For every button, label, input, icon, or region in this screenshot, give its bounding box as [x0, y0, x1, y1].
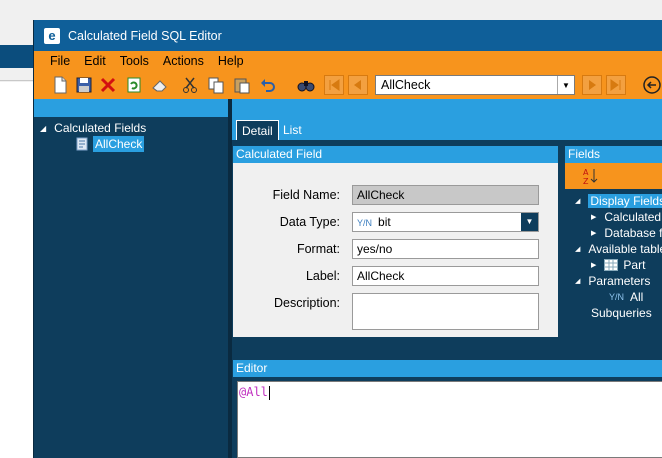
data-type-label: Data Type:: [279, 215, 340, 229]
fields-parameters[interactable]: ◢ Parameters: [575, 274, 650, 288]
fields-available-tables[interactable]: ◢Available tables: [575, 242, 662, 256]
record-selector-value: AllCheck: [381, 78, 431, 92]
tree-item-label: AllCheck: [93, 136, 145, 152]
undo-icon[interactable]: [258, 75, 278, 95]
first-record-icon: [329, 79, 340, 91]
bit-type-icon: Y/N: [609, 292, 625, 302]
editor-header: Editor: [233, 360, 662, 377]
prev-record-button[interactable]: [348, 75, 368, 95]
table-icon: [604, 259, 619, 271]
last-record-icon: [610, 79, 621, 91]
detail-area: Detail List Calculated Field Field Name:…: [232, 117, 662, 458]
svg-text:A: A: [583, 168, 589, 177]
tree-root-calculated-fields[interactable]: ◢ Calculated Fields: [40, 121, 146, 135]
back-icon[interactable]: [642, 75, 662, 95]
label-input[interactable]: AllCheck: [352, 266, 539, 286]
fields-database-fields[interactable]: ▶ Database fi: [591, 226, 662, 240]
fields-display-fields[interactable]: ◢ Display Fields: [575, 194, 662, 208]
next-record-icon: [589, 80, 596, 90]
header-strip: [34, 99, 662, 117]
sql-code: @All: [239, 385, 270, 400]
toolbar: AllCheck ▼: [34, 71, 662, 99]
calculated-fields-tree: ◢ Calculated Fields AllCheck: [34, 117, 228, 458]
fields-table-part[interactable]: ▶ Part: [591, 258, 645, 272]
fields-subqueries[interactable]: Subqueries: [591, 306, 652, 320]
tab-strip: Detail List: [232, 117, 662, 140]
menu-file[interactable]: File: [50, 54, 70, 68]
save-icon[interactable]: [74, 75, 94, 95]
field-name-label: Field Name:: [272, 188, 340, 202]
format-input[interactable]: yes/no: [352, 239, 539, 259]
background-app-content: [0, 82, 34, 458]
tree-item-allcheck[interactable]: AllCheck: [74, 136, 145, 152]
fields-parameter-all[interactable]: Y/N All: [609, 290, 643, 304]
first-record-button[interactable]: [324, 75, 344, 95]
title-bar[interactable]: e Calculated Field SQL Editor: [34, 20, 662, 51]
expand-triangle-icon[interactable]: ◢: [40, 124, 46, 133]
menu-tools[interactable]: Tools: [120, 54, 149, 68]
collapse-triangle-icon[interactable]: ▶: [591, 213, 596, 221]
description-label: Description:: [274, 296, 340, 310]
sql-editor[interactable]: @All: [237, 381, 662, 458]
menu-help[interactable]: Help: [218, 54, 244, 68]
menu-bar: File Edit Tools Actions Help: [34, 51, 662, 71]
tree-root-label: Calculated Fields: [54, 121, 147, 135]
sort-az-icon[interactable]: A Z: [581, 166, 601, 186]
expand-triangle-icon[interactable]: ◢: [575, 277, 580, 285]
window-title: Calculated Field SQL Editor: [68, 28, 222, 43]
expand-triangle-icon[interactable]: ◢: [575, 197, 580, 205]
field-name-input[interactable]: AllCheck: [352, 185, 539, 205]
calculated-field-form: Field Name: AllCheck Data Type: Y/N bit ▼…: [233, 163, 558, 337]
menu-edit[interactable]: Edit: [84, 54, 106, 68]
fields-panel: A Z ◢ Display Fields ▶ Calculated ▶ Databas…: [565, 163, 662, 353]
data-type-value: bit: [378, 215, 391, 229]
delete-icon[interactable]: [98, 75, 118, 95]
svg-text:Z: Z: [583, 177, 589, 186]
record-selector[interactable]: AllCheck ▼: [375, 75, 575, 95]
cut-icon[interactable]: [180, 75, 200, 95]
paste-icon[interactable]: [232, 75, 252, 95]
tab-detail[interactable]: Detail: [236, 120, 279, 140]
calculated-field-header: Calculated Field: [233, 146, 558, 163]
background-divider: [0, 80, 34, 81]
last-record-button[interactable]: [606, 75, 626, 95]
fields-calculated[interactable]: ▶ Calculated: [591, 210, 661, 224]
calculated-field-icon: [76, 137, 88, 151]
refresh-icon[interactable]: [124, 75, 144, 95]
description-input[interactable]: [352, 293, 539, 330]
next-record-button[interactable]: [582, 75, 602, 95]
expand-triangle-icon[interactable]: ◢: [575, 245, 580, 253]
label-label: Label:: [305, 269, 340, 283]
data-type-prefix: Y/N: [357, 218, 373, 228]
copy-icon[interactable]: [206, 75, 226, 95]
find-icon[interactable]: [296, 75, 316, 95]
app-logo-icon: e: [44, 27, 60, 44]
sql-editor-window: e Calculated Field SQL Editor File Edit …: [33, 20, 662, 458]
format-label: Format:: [296, 242, 340, 256]
eraser-icon[interactable]: [150, 75, 170, 95]
new-icon[interactable]: [50, 75, 70, 95]
text-caret: [268, 385, 270, 400]
collapse-triangle-icon[interactable]: ▶: [591, 261, 596, 269]
collapse-triangle-icon[interactable]: ▶: [591, 229, 596, 237]
prev-record-icon: [354, 80, 361, 90]
chevron-down-icon[interactable]: ▼: [557, 76, 574, 94]
data-type-select[interactable]: Y/N bit ▼: [352, 212, 539, 232]
tab-list[interactable]: List: [278, 120, 307, 140]
background-app-banner: [0, 45, 34, 68]
menu-actions[interactable]: Actions: [163, 54, 204, 68]
fields-panel-header: Fields: [565, 146, 662, 163]
chevron-down-icon[interactable]: ▼: [521, 213, 538, 231]
fields-toolbar: A Z: [565, 163, 662, 189]
